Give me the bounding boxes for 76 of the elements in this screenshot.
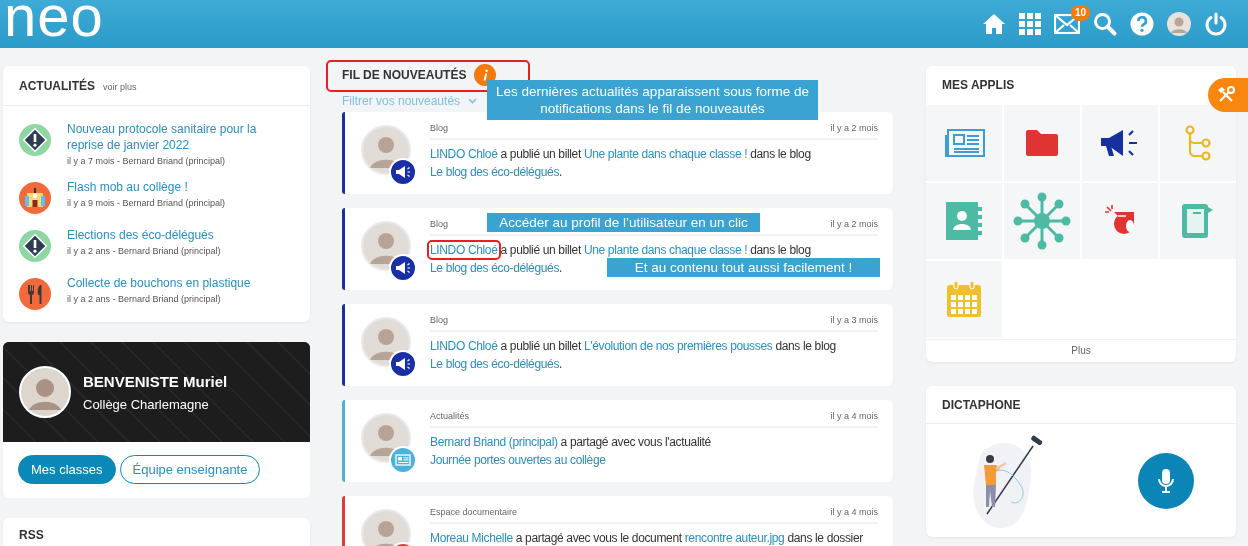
card-title: RSS	[19, 528, 44, 542]
fork-knife-icon	[19, 278, 51, 310]
feed-sentence: LINDO Chloé a publié un billet L'évolution de nos premières pousses dans le blog Le blog des éco-délégués.	[430, 338, 837, 373]
warning-sign-icon	[19, 124, 51, 156]
feed-link[interactable]: Bernard Briand (principal)	[430, 435, 558, 449]
megaphone-badge-icon	[389, 158, 417, 186]
news-title-link[interactable]: Elections des éco-délégués	[67, 227, 221, 243]
app-label: Espace documentaire	[430, 507, 518, 517]
feed-link[interactable]: LINDO Chloé	[430, 147, 498, 161]
see-more-link[interactable]: voir plus	[103, 82, 137, 92]
network-icon[interactable]	[1012, 191, 1072, 251]
news-meta: il y a 9 mois - Bernard Briand (principal)	[67, 198, 226, 208]
feed-link[interactable]: Journée portes ouvertes au collège	[430, 453, 606, 467]
time-label: il y a 2 mois	[830, 219, 878, 229]
megaphone-badge-icon	[389, 254, 417, 282]
contact-book-icon[interactable]	[946, 202, 982, 240]
card-title: DICTAPHONE	[942, 398, 1021, 412]
notebook-icon[interactable]	[1181, 203, 1215, 239]
profile-button[interactable]: Mes classes	[18, 455, 116, 484]
feed-link[interactable]: Une plante dans chaque classe !	[583, 243, 748, 257]
feed-sentence: Moreau Michelle a partagé avec vous le document rencontre auteur.jpg dans le dossier	[430, 530, 864, 546]
feed-link[interactable]: Une plante dans chaque classe !	[583, 147, 748, 161]
logo[interactable]: neo	[4, 0, 104, 40]
time-label: il y a 2 mois	[830, 123, 878, 133]
time-label: il y a 4 mois	[830, 507, 878, 517]
help-icon[interactable]	[1130, 12, 1154, 36]
chevron-down-icon	[468, 98, 478, 104]
avatar-placeholder	[361, 509, 411, 546]
feed-sentence: LINDO Chloé a publié un billet Une plante dans chaque classe ! dans le blog Le blog des éco-délégués.	[430, 146, 812, 181]
app-label: Actualités	[430, 411, 470, 421]
card-title: ACTUALITÉS	[19, 79, 95, 93]
folder-icon[interactable]	[1024, 128, 1060, 158]
warning-sign-icon	[19, 230, 51, 262]
profile-button[interactable]: Équipe enseignante	[119, 455, 261, 484]
news-meta: il y a 2 ans - Bernard Briand (principal)	[67, 246, 221, 256]
feed-link[interactable]: LINDO Chloé	[430, 243, 498, 257]
feed-link[interactable]: Moreau Michelle	[430, 531, 513, 545]
user-avatar[interactable]	[1167, 12, 1191, 36]
annotation-callout: Accéder au profil de l’utilisateur en un clic	[487, 213, 760, 232]
news-meta: il y a 7 mois - Bernard Briand (principal)	[67, 156, 227, 166]
feed-link[interactable]: L'évolution de nos premières pousses	[583, 339, 773, 353]
time-label: il y a 3 mois	[830, 315, 878, 325]
app-label: Blog	[430, 123, 448, 133]
app-label: Blog	[430, 315, 448, 325]
annotation-callout: Et au contenu tout aussi facilement !	[607, 258, 880, 277]
grid-icon[interactable]	[1019, 13, 1041, 35]
app-label: Blog	[430, 219, 448, 229]
newspaper-badge-icon	[389, 446, 417, 474]
news-title-link[interactable]: Collecte de bouchons en plastique	[67, 275, 251, 291]
feed-link[interactable]: rencontre auteur.jpg	[684, 531, 785, 545]
power-icon[interactable]	[1204, 12, 1228, 36]
branching-tree-icon[interactable]	[1185, 125, 1211, 161]
search-icon[interactable]	[1093, 12, 1117, 36]
annotation-callout: Les dernières actualités apparaissent sous forme de notifications dans le fil de nouveautés	[487, 80, 818, 120]
more-link[interactable]: Plus	[926, 339, 1236, 362]
home-icon[interactable]	[982, 13, 1006, 35]
microphone-icon	[1156, 467, 1175, 494]
feed-sentence: Bernard Briand (principal) a partagé avec vous l'actualité Journée portes ouvertes au collège	[430, 434, 712, 469]
news-title-link[interactable]: Flash mob au collège !	[67, 179, 226, 195]
avatar-placeholder	[19, 366, 71, 418]
news-meta: il y a 2 ans - Bernard Briand (principal)	[67, 294, 222, 304]
calendar-icon[interactable]	[946, 280, 982, 318]
user-name: BENVENISTE Muriel	[83, 372, 228, 390]
newspaper-icon[interactable]	[943, 128, 985, 158]
school-name: Collège Charlemagne	[83, 396, 210, 412]
tools-tab[interactable]	[1208, 78, 1248, 112]
news-title-link[interactable]: Nouveau protocole sanitaire pour la reprise de janvier 2022	[67, 121, 296, 153]
mail-icon[interactable]	[1054, 14, 1080, 34]
card-title: MES APPLIS	[942, 78, 1015, 92]
school-building-icon	[19, 182, 51, 214]
megaphone-badge-icon	[389, 350, 417, 378]
feed-title: FIL DE NOUVEAUTÉS	[342, 68, 467, 82]
feed-link[interactable]: LINDO Chloé	[430, 339, 498, 353]
time-label: il y a 4 mois	[830, 411, 878, 421]
hammer-wrench-icon	[1217, 86, 1235, 104]
notification-badge: 10	[1070, 5, 1090, 21]
